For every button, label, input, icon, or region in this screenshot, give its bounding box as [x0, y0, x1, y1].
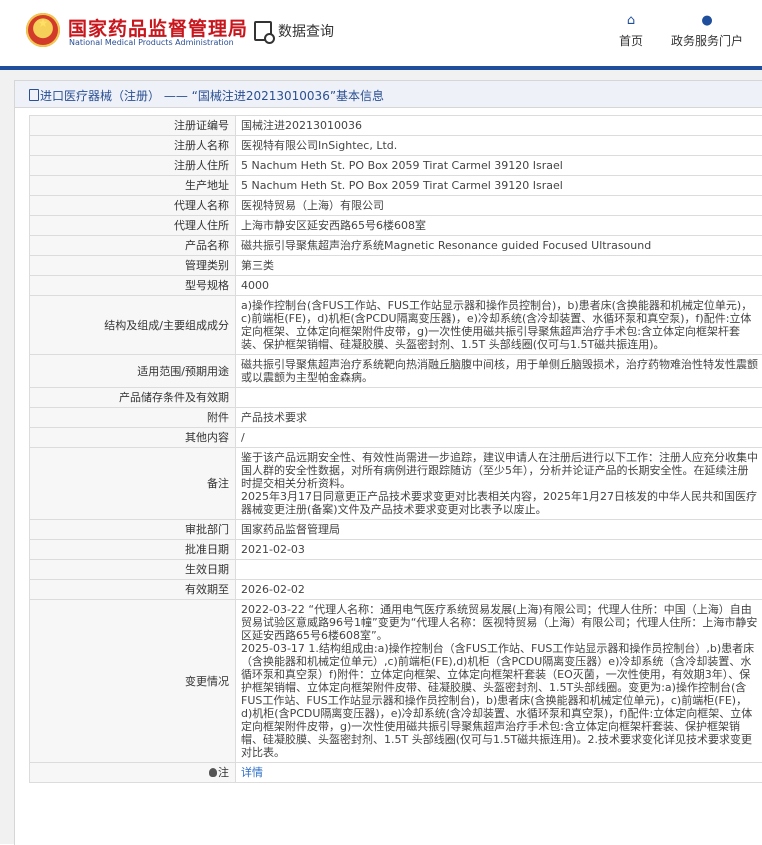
field-value-line: 鉴于该产品远期安全性、有效性尚需进一步追踪，建议申请人在注册后进行以下工作：注册… — [241, 451, 758, 490]
field-value — [236, 560, 762, 580]
field-label: 审批部门 — [30, 520, 236, 540]
info-table: 注册证编号国械注进20213010036注册人名称医视特有限公司InSighte… — [29, 115, 762, 783]
site-logo-subtitle: National Medical Products Administration — [69, 38, 234, 47]
field-label: 代理人名称 — [30, 196, 236, 216]
detail-panel: 进口医疗器械（注册） —— “国械注进20213010036”基本信息 注册证编… — [14, 80, 762, 845]
table-row: 产品储存条件及有效期 — [30, 388, 762, 408]
data-search-icon — [254, 21, 272, 41]
table-row: 生产地址5 Nachum Heth St. PO Box 2059 Tirat … — [30, 176, 762, 196]
table-row: 注册人名称医视特有限公司InSightec, Ltd. — [30, 136, 762, 156]
table-row: 结构及组成/主要组成成分a)操作控制台(含FUS工作站、FUS工作站显示器和操作… — [30, 296, 762, 355]
table-row: 代理人名称医视特贸易（上海）有限公司 — [30, 196, 762, 216]
field-value: 医视特贸易（上海）有限公司 — [236, 196, 762, 216]
table-row: 适用范围/预期用途磁共振引导聚焦超声治疗系统靶向热消融丘脑腹中间核，用于单侧丘脑… — [30, 355, 762, 388]
table-row: 代理人住所上海市静安区延安西路65号6楼608室 — [30, 216, 762, 236]
field-label: 注册人名称 — [30, 136, 236, 156]
field-value-line: 2022-03-22 “代理人名称：通用电气医疗系统贸易发展(上海)有限公司；代… — [241, 603, 758, 642]
table-row: 附件产品技术要求 — [30, 408, 762, 428]
field-value-line: 2025-03-17 1.结构组成由:a)操作控制台（含FUS工作站、FUS工作… — [241, 642, 758, 759]
field-label: 其他内容 — [30, 428, 236, 448]
field-label: 变更情况 — [30, 600, 236, 763]
breadcrumb-text: 进口医疗器械（注册） —— “国械注进20213010036”基本信息 — [40, 87, 384, 104]
field-value: 上海市静安区延安西路65号6楼608室 — [236, 216, 762, 236]
table-row: 注册证编号国械注进20213010036 — [30, 116, 762, 136]
table-row: 变更情况2022-03-22 “代理人名称：通用电气医疗系统贸易发展(上海)有限… — [30, 600, 762, 763]
field-value: 2022-03-22 “代理人名称：通用电气医疗系统贸易发展(上海)有限公司；代… — [236, 600, 762, 763]
table-row: 备注鉴于该产品远期安全性、有效性尚需进一步追踪，建议申请人在注册后进行以下工作：… — [30, 448, 762, 520]
note-label: 注 — [218, 766, 229, 779]
table-row: 有效期至2026-02-02 — [30, 580, 762, 600]
field-value: 详情 — [236, 763, 762, 783]
table-row: 型号规格4000 — [30, 276, 762, 296]
field-value: 5 Nachum Heth St. PO Box 2059 Tirat Carm… — [236, 176, 762, 196]
field-value-line: 2025年3月17日同意更正产品技术要求变更对比表相关内容，2025年1月27日… — [241, 490, 758, 516]
field-label: 生产地址 — [30, 176, 236, 196]
field-value: 2026-02-02 — [236, 580, 762, 600]
field-value: a)操作控制台(含FUS工作站、FUS工作站显示器和操作员控制台)，b)患者床(… — [236, 296, 762, 355]
field-value: 5 Nachum Heth St. PO Box 2059 Tirat Carm… — [236, 156, 762, 176]
field-label: 产品名称 — [30, 236, 236, 256]
field-value: 国械注进20213010036 — [236, 116, 762, 136]
field-label: 生效日期 — [30, 560, 236, 580]
table-row: 产品名称磁共振引导聚焦超声治疗系统Magnetic Resonance guid… — [30, 236, 762, 256]
national-emblem-icon: ★ — [26, 13, 60, 47]
nav-home-label: 首页 — [619, 34, 643, 48]
table-row: 注册人住所5 Nachum Heth St. PO Box 2059 Tirat… — [30, 156, 762, 176]
breadcrumb: 进口医疗器械（注册） —— “国械注进20213010036”基本信息 — [15, 81, 762, 108]
field-value: 医视特有限公司InSightec, Ltd. — [236, 136, 762, 156]
bulb-icon — [209, 768, 217, 777]
details-link[interactable]: 详情 — [241, 766, 263, 779]
nav-service-label: 政务服务门户 — [671, 34, 743, 48]
field-value: 产品技术要求 — [236, 408, 762, 428]
field-label: 适用范围/预期用途 — [30, 355, 236, 388]
user-icon: ● — [700, 14, 714, 28]
field-label: 代理人住所 — [30, 216, 236, 236]
field-label: 备注 — [30, 448, 236, 520]
field-label: 有效期至 — [30, 580, 236, 600]
field-label: 结构及组成/主要组成成分 — [30, 296, 236, 355]
field-label: 型号规格 — [30, 276, 236, 296]
module-label: 数据查询 — [278, 21, 334, 41]
field-value: 第三类 — [236, 256, 762, 276]
site-header: ★ 国家药品监督管理局 National Medical Products Ad… — [0, 0, 762, 66]
table-row: 管理类别第三类 — [30, 256, 762, 276]
field-value: 2021-02-03 — [236, 540, 762, 560]
table-row: 批准日期2021-02-03 — [30, 540, 762, 560]
nav-home[interactable]: ⌂ 首页 — [614, 14, 648, 49]
document-icon — [29, 89, 39, 101]
table-row: 注 详情 — [30, 763, 762, 783]
field-value — [236, 388, 762, 408]
field-value: 4000 — [236, 276, 762, 296]
field-label: 注 — [30, 763, 236, 783]
field-value: 磁共振引导聚焦超声治疗系统靶向热消融丘脑腹中间核，用于单侧丘脑毁损术，治疗药物难… — [236, 355, 762, 388]
table-row: 其他内容/ — [30, 428, 762, 448]
field-label: 管理类别 — [30, 256, 236, 276]
field-value: 磁共振引导聚焦超声治疗系统Magnetic Resonance guided F… — [236, 236, 762, 256]
field-label: 注册证编号 — [30, 116, 236, 136]
table-row: 审批部门国家药品监督管理局 — [30, 520, 762, 540]
field-label: 产品储存条件及有效期 — [30, 388, 236, 408]
site-logo-title[interactable]: 国家药品监督管理局 — [68, 14, 248, 41]
field-label: 附件 — [30, 408, 236, 428]
data-query-module[interactable]: 数据查询 — [254, 20, 334, 42]
field-label: 批准日期 — [30, 540, 236, 560]
table-row: 生效日期 — [30, 560, 762, 580]
field-label: 注册人住所 — [30, 156, 236, 176]
field-value: 国家药品监督管理局 — [236, 520, 762, 540]
field-value: / — [236, 428, 762, 448]
nav-service-portal[interactable]: ● 政务服务门户 — [666, 14, 748, 49]
home-icon: ⌂ — [624, 14, 638, 28]
field-value: 鉴于该产品远期安全性、有效性尚需进一步追踪，建议申请人在注册后进行以下工作：注册… — [236, 448, 762, 520]
